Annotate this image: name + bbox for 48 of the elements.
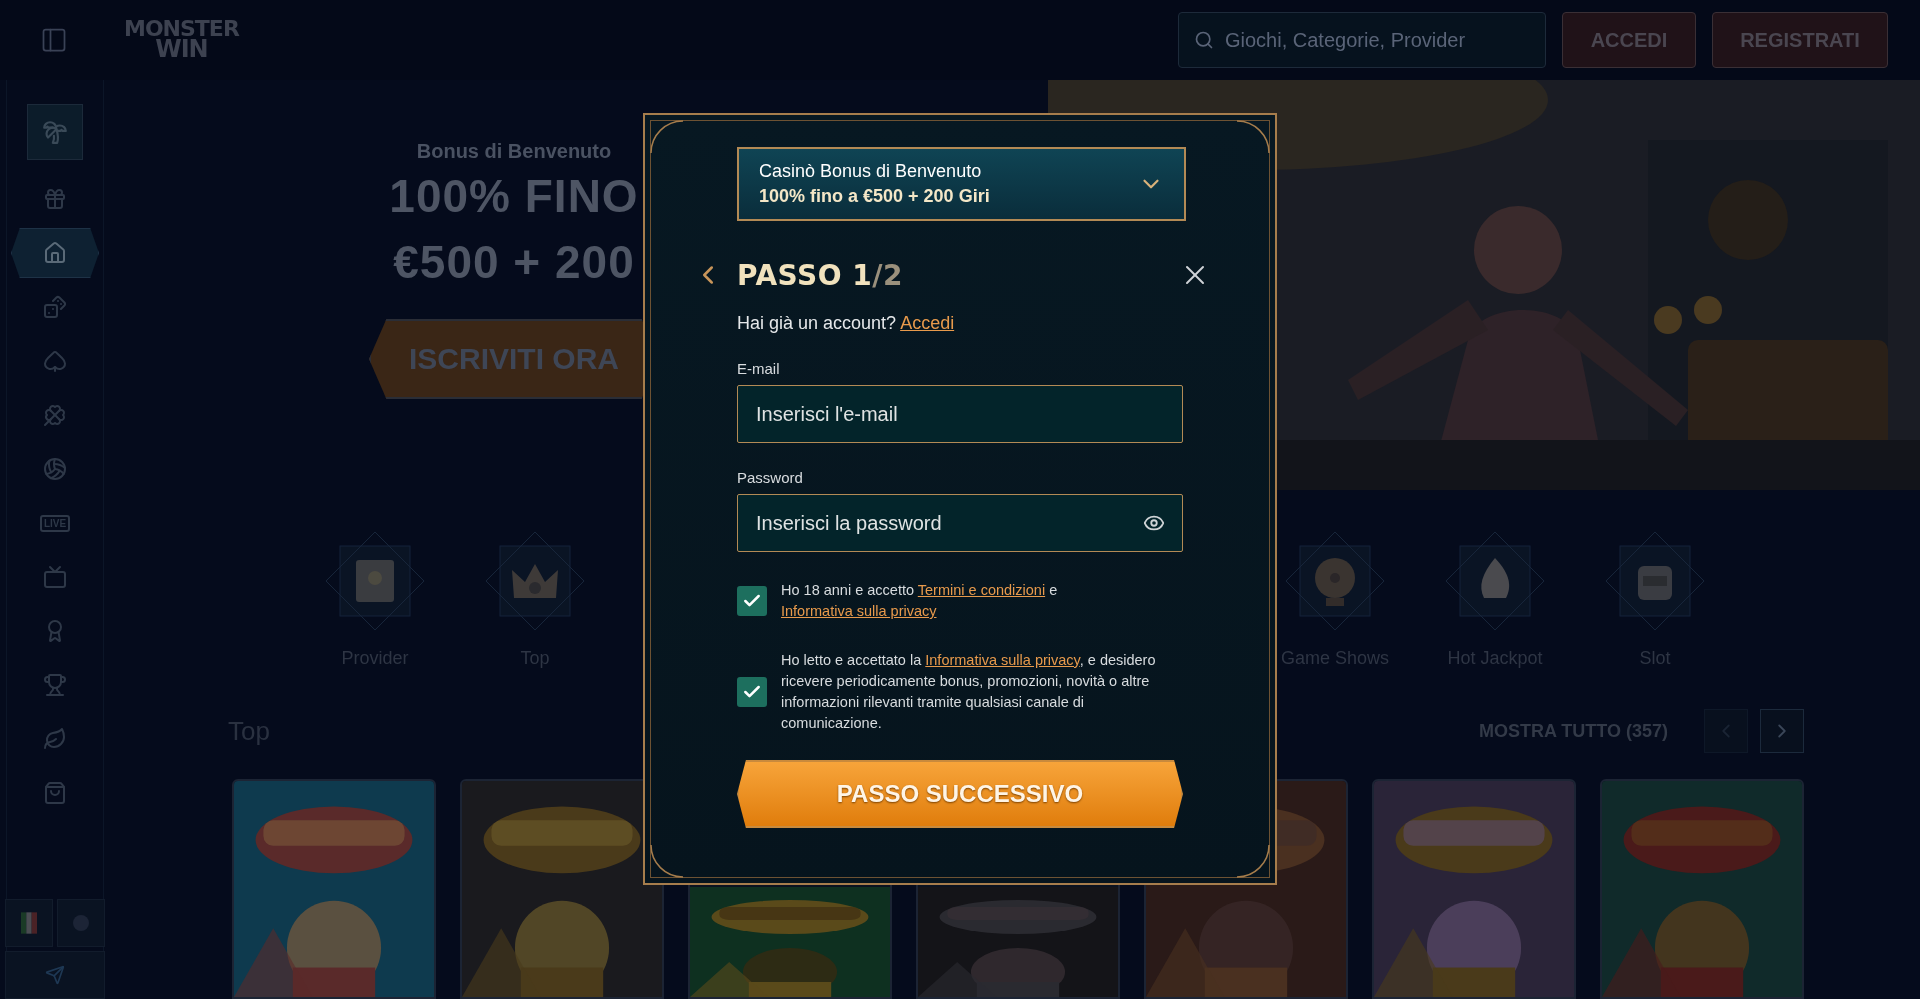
logo[interactable]: MONSTER WIN — [124, 19, 239, 61]
next-step-button[interactable]: PASSO SUCCESSIVO — [737, 760, 1183, 828]
corner-ornament — [649, 119, 685, 155]
palm-icon — [42, 119, 68, 145]
spade-icon — [43, 349, 67, 373]
panel-icon — [40, 26, 68, 54]
password-field[interactable]: Inserisci la password — [737, 494, 1183, 552]
leaf-icon — [43, 727, 67, 751]
sidebar-feature-button[interactable] — [27, 104, 83, 160]
circle-button[interactable] — [57, 899, 105, 947]
send-icon — [45, 965, 65, 985]
corner-ornament — [1235, 119, 1271, 155]
email-field[interactable]: Inserisci l'e-mail — [737, 385, 1183, 443]
ball-icon — [43, 457, 67, 481]
corner-ornament — [649, 843, 685, 879]
gift-icon — [43, 187, 67, 211]
sidebar-toggle-button[interactable] — [40, 26, 68, 54]
next-button[interactable] — [1760, 709, 1804, 753]
privacy-link[interactable]: Informativa sulla privacy — [781, 603, 937, 619]
home-icon — [43, 241, 67, 265]
search-icon — [1194, 30, 1214, 50]
field-label: E-mail — [737, 360, 781, 377]
bonus-select[interactable]: Casinò Bonus di Benvenuto 100% fino a €500 + 200 Giri — [737, 147, 1186, 221]
privacy-link[interactable]: Termini e condizioni — [917, 582, 1046, 598]
corner-ornament — [1235, 843, 1271, 879]
hero-headline: 100% FINO — [389, 169, 639, 224]
consent-text: Ho letto e accettato la Informativa sulla privacy, e desidero ricevere periodicamente bonus, promozioni, novità o altre informazioni rilevanti tramite qualsiasi canale di comunicazione. — [781, 651, 1157, 733]
register-button[interactable]: REGISTRATI — [1712, 12, 1888, 68]
checkbox[interactable] — [737, 586, 767, 616]
login-button[interactable]: ACCEDI — [1562, 12, 1696, 68]
field-label: Password — [737, 469, 804, 486]
tv-icon — [43, 565, 67, 589]
bag-icon — [43, 781, 67, 805]
hero-subtitle: Bonus di Benvenuto — [416, 140, 612, 163]
step-title: PASSO 1/2 — [737, 258, 903, 292]
consent-text: Ho 18 anni e accetto Termini e condizioni e Informativa sulla privacy — [781, 581, 1059, 621]
search-field[interactable]: Giochi, Categorie, Provider — [1178, 12, 1546, 68]
telegram-button[interactable] — [5, 951, 105, 999]
hero-headline: €500 + 200 — [393, 235, 635, 290]
flag-icon — [21, 912, 37, 934]
language-button[interactable] — [5, 899, 53, 947]
login-link[interactable]: Accedi — [900, 313, 955, 333]
privacy-link[interactable]: Informativa sulla privacy — [925, 652, 1080, 668]
login-prompt: Hai già un account? Accedi — [737, 313, 956, 334]
checkbox[interactable] — [737, 677, 767, 707]
clover-icon — [43, 403, 67, 427]
trophy-icon — [43, 673, 67, 697]
dice-icon — [43, 295, 67, 319]
